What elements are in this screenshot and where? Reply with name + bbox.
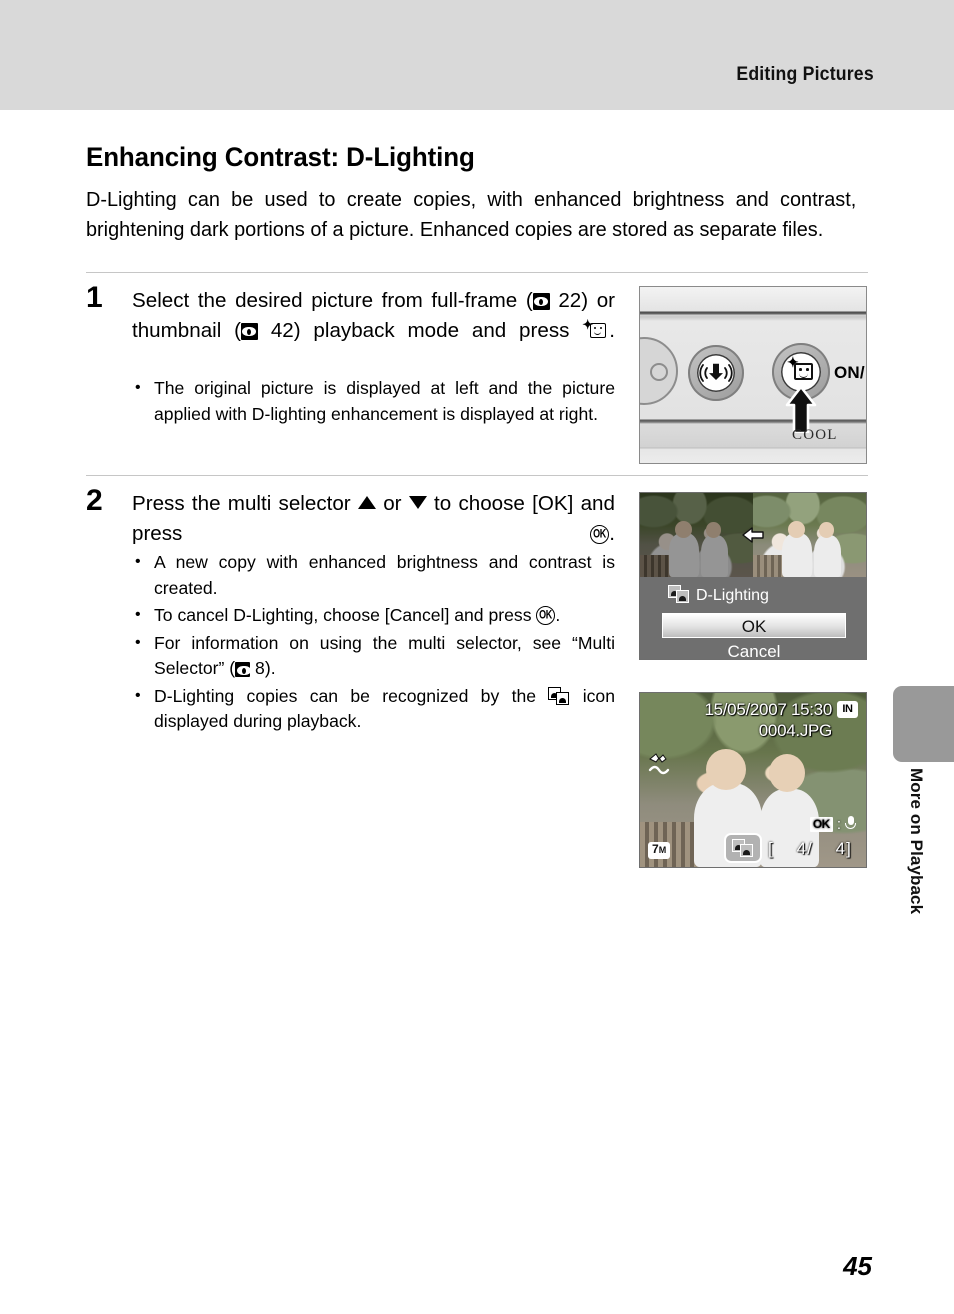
menu-panel: D-Lighting OK Cancel [640,577,866,659]
photo-head-right [768,753,805,793]
note-text: For information on using the multi selec… [154,632,615,679]
menu-option-cancel[interactable]: Cancel [662,639,846,659]
image-size-unit: M [658,845,667,855]
playback-screen: 15/05/2007 15:30 IN 0004.JPG OK : 7M [ 4… [639,692,867,868]
step-2-text-part-2: or [383,492,402,515]
note-text: A new copy with enhanced brightness and … [154,552,615,598]
d-lighting-icon [668,585,690,604]
menu-title-row: D-Lighting [668,585,769,607]
d-lighting-copy-icon [548,686,570,706]
see-page-reference-icon [235,662,251,677]
copy-frame-front [556,691,570,705]
divider-above-step-2 [86,475,868,476]
tone-level-icon [648,753,670,775]
step-1-number: 1 [86,281,103,314]
frame-counter: [ 4/ 4] [768,839,852,858]
page-title: Enhancing Contrast: D-Lighting [86,142,475,173]
photo-head-left [788,520,805,538]
camera-top-illustration: ✦ ON/ COOL [639,286,867,464]
playback-datetime: 15/05/2007 15:30 [704,700,832,719]
step-2-notes: A new copy with enhanced brightness and … [132,549,615,737]
brand-label: COOL [792,427,838,443]
step-1-ref-page-1: 22 [558,289,582,312]
note-text: To cancel D-Lighting, choose [Cancel] an… [154,605,532,625]
playback-filename: 0004.JPG [758,721,833,740]
divider-above-step-1 [86,272,868,273]
photo-person-right [701,535,729,577]
copy-frame-front [740,844,753,857]
enhanced-picture-thumbnail [753,493,866,577]
menu-title-label: D-Lighting [696,587,769,604]
d-lighting-button-icon: ✦ [582,318,609,341]
photo-head-left [675,520,692,538]
ok-button-label: OK [593,527,607,540]
ok-button-icon: OK [536,606,556,625]
internal-memory-badge: IN [837,701,858,718]
copy-frame-front [676,590,689,603]
step-1-notes: The original picture is displayed at lef… [132,375,615,429]
intro-paragraph: D-Lighting can be used to create copies,… [86,189,857,241]
step-2-text-end: . [609,522,615,545]
note-text: D-Lighting copies can be recognized by t… [154,685,537,706]
d-lighting-menu-screen: D-Lighting OK Cancel [639,492,867,660]
multi-selector-up-icon [357,496,376,509]
smiley-face-icon [590,323,607,338]
header-section-title: Editing Pictures [736,64,874,85]
power-switch-label: ON/ [834,363,865,382]
ok-voice-memo-indicator: OK : [809,816,856,833]
note-item: A new copy with enhanced brightness and … [132,549,615,601]
note-ref-page: 8 [255,658,265,678]
image-size-badge: 7M [648,842,671,859]
photo-content [640,493,753,577]
step-2-number: 2 [86,484,103,517]
photo-content [753,493,866,577]
original-picture-thumbnail [640,493,753,577]
photo-person-left [669,533,699,577]
indicator-separator: : [836,816,841,833]
smiley-face-icon [794,363,813,380]
microphone-icon [845,816,856,833]
menu-option-ok[interactable]: OK [662,613,846,638]
see-page-reference-icon [532,293,550,310]
note-item: To cancel D-Lighting, choose [Cancel] an… [132,602,615,629]
multi-selector-down-icon [408,496,427,509]
step-2-text-part-1: Press the multi selector [132,492,351,515]
photo-person-left [782,533,812,577]
note-item: The original picture is displayed at lef… [132,375,615,427]
chapter-tab-block [893,686,954,762]
ok-button-label: OK [539,608,553,621]
ok-button-icon: OK [590,525,610,544]
step-1-ref-page-2: 42 [270,319,294,342]
d-lighting-copy-icon [732,839,754,858]
page-number: 45 [843,1251,872,1281]
step-1-instruction: Select the desired picture from full-fra… [132,286,615,376]
note-item: For information on using the multi selec… [132,630,615,682]
chapter-tab-label: More on Playback [907,768,926,915]
step-1-text-end: . [609,319,615,342]
note-item: D-Lighting copies can be recognized by t… [132,683,615,735]
before-after-arrow-icon [742,527,764,543]
image-size-value: 7 [652,842,659,856]
note-text-end: . [555,605,561,625]
d-lighting-copy-badge [724,833,762,863]
ok-badge: OK [809,817,833,832]
step-1-text-part-3: ) playback mode and press [293,319,570,342]
page-header-bar [0,0,954,110]
photo-person-right [814,535,842,577]
see-page-reference-icon [240,323,258,340]
d-lighting-button-glyph: ✦ [786,355,818,387]
note-text-end: ). [264,658,276,678]
vibration-reduction-icon [699,363,733,382]
step-1-text-part-1: Select the desired picture from full-fra… [132,289,533,312]
